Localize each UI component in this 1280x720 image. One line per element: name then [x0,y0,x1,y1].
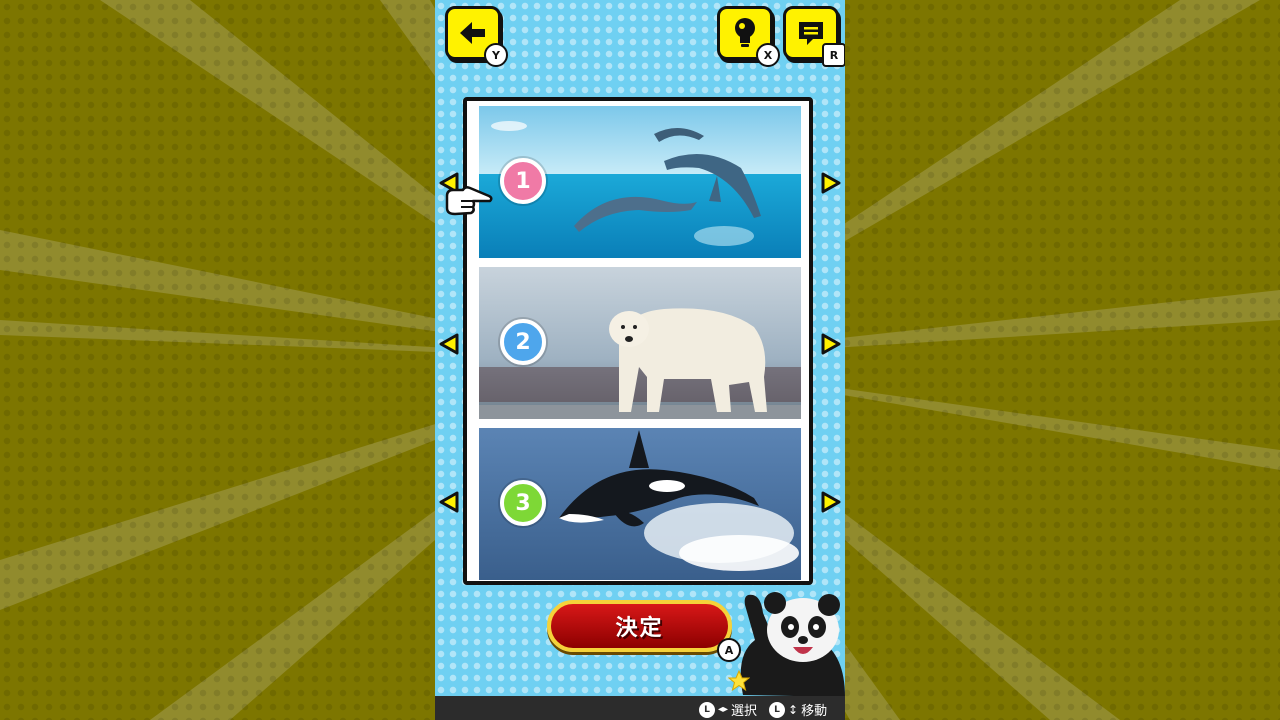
option-2-photo-polar-bear[interactable]: 2 [479,267,801,419]
option-3-right-arrow-icon[interactable] [820,491,842,513]
key-x-badge: X [756,43,780,67]
back-arrow-icon [460,22,485,44]
control-hints-bar: L ◂▸ 選択 L ↕ 移動 [435,696,845,720]
confirm-button[interactable]: 決定 [547,600,732,652]
hint-button[interactable]: X [717,6,780,67]
messages-button[interactable]: R [783,6,845,67]
option-1-photo-dolphins[interactable]: 1 [479,106,801,258]
horizontal-arrows-icon: ◂▸ [718,704,729,715]
option-3-number-badge: 3 [500,480,546,526]
answer-options-frame: 1 2 3 [463,97,813,585]
left-stick-icon: L [699,701,715,718]
quiz-panel: Y X R 1 2 3 決定 A L ◂▸ 選択 L ↕ 移動 [435,0,845,720]
lightbulb-icon [735,18,755,47]
hint-select-label: 選択 [731,704,758,719]
option-1-number-badge: 1 [500,158,546,204]
back-button[interactable]: Y [445,6,508,67]
pointing-hand-cursor-icon [445,186,493,216]
option-2-number-badge: 2 [500,319,546,365]
right-stick-icon: L [769,701,785,718]
hint-move: L ↕ 移動 [769,700,827,719]
vertical-arrows-icon: ↕ [788,702,799,717]
option-1-right-arrow-icon[interactable] [820,172,842,194]
confirm-label: 決定 [615,616,664,641]
message-icon [799,22,823,45]
option-3-left-arrow-icon[interactable] [438,491,460,513]
option-2-right-arrow-icon[interactable] [820,333,842,355]
option-3-photo-orca[interactable]: 3 [479,428,801,580]
option-2-left-arrow-icon[interactable] [438,333,460,355]
hint-select: L ◂▸ 選択 [699,700,757,719]
key-y-badge: Y [484,43,508,67]
hint-move-label: 移動 [801,704,828,719]
star-icon [728,670,750,692]
key-r-badge: R [822,43,845,67]
